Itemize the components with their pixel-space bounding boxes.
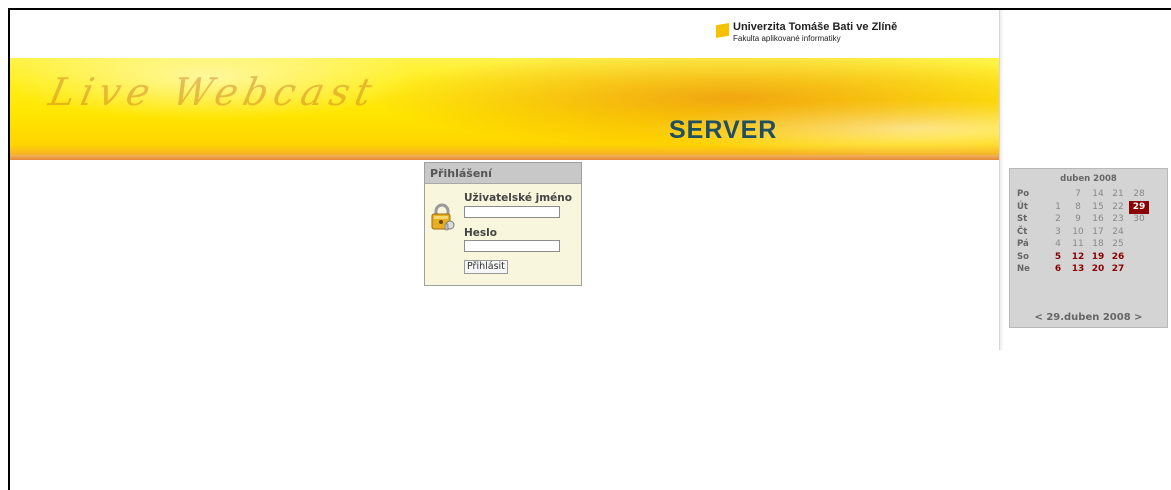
header-banner: Live Webcast SERVER [10, 58, 999, 160]
calendar-day[interactable]: 6 [1048, 264, 1068, 274]
username-input[interactable] [464, 206, 560, 218]
utb-logo-icon [716, 23, 729, 38]
calendar-nav[interactable]: < 29.duben 2008 > [1010, 312, 1167, 323]
login-box: Přihlášení Uživatelské jméno Heslo Přihl… [424, 162, 582, 286]
calendar-day[interactable]: 17 [1088, 227, 1108, 237]
calendar-day[interactable]: 10 [1068, 227, 1088, 237]
calendar-day[interactable]: 28 [1129, 189, 1149, 199]
calendar-day[interactable]: 26 [1108, 252, 1128, 262]
calendar-day[interactable]: 2 [1048, 214, 1068, 224]
calendar-day[interactable]: 5 [1048, 252, 1068, 262]
calendar-day[interactable]: 14 [1088, 189, 1108, 199]
password-input[interactable] [464, 240, 560, 252]
calendar-day[interactable]: 19 [1088, 252, 1108, 262]
column-divider-shadow [1000, 10, 1004, 350]
calendar-day[interactable]: 20 [1088, 264, 1108, 274]
calendar-weekday-label: St [1017, 214, 1028, 224]
calendar-day-today[interactable]: 29 [1129, 200, 1149, 214]
calendar-weekday-label: Po [1017, 189, 1030, 199]
calendar-day[interactable]: 1 [1048, 202, 1068, 212]
calendar-day[interactable]: 12 [1068, 252, 1088, 262]
university-name: Univerzita Tomáše Bati ve Zlíně [733, 21, 898, 33]
login-button[interactable]: Přihlásit [464, 260, 508, 274]
banner-title-script: Live Webcast [45, 70, 382, 114]
calendar-day[interactable]: 11 [1068, 239, 1088, 249]
calendar-day[interactable]: 9 [1068, 214, 1088, 224]
calendar-day[interactable]: 27 [1108, 264, 1128, 274]
calendar-weekday-label: Pá [1017, 239, 1029, 249]
password-label: Heslo [464, 227, 497, 239]
calendar-day[interactable]: 18 [1088, 239, 1108, 249]
calendar-day[interactable]: 4 [1048, 239, 1068, 249]
calendar-day[interactable]: 24 [1108, 227, 1128, 237]
banner-title-server: SERVER [669, 116, 778, 144]
calendar-day[interactable]: 25 [1108, 239, 1128, 249]
calendar: duben 2008 < 29.duben 2008 > Po 7 14 21 28 Út… [1009, 168, 1168, 328]
university-logo: Univerzita Tomáše Bati ve Zlíně Fakulta … [716, 22, 897, 44]
calendar-day[interactable]: 3 [1048, 227, 1068, 237]
login-title: Přihlášení [425, 163, 581, 184]
calendar-title: duben 2008 [1060, 174, 1117, 184]
calendar-day[interactable]: 7 [1068, 189, 1088, 199]
calendar-day[interactable]: 8 [1068, 202, 1088, 212]
calendar-day[interactable]: 21 [1108, 189, 1128, 199]
calendar-day[interactable]: 23 [1108, 214, 1128, 224]
calendar-weekday-label: Út [1017, 201, 1028, 212]
calendar-weekday-label: Ne [1017, 264, 1030, 274]
calendar-day[interactable]: 16 [1088, 214, 1108, 224]
calendar-day[interactable]: 30 [1129, 214, 1149, 224]
banner-bottom-stripe [10, 155, 999, 160]
calendar-weekday-label: Čt [1017, 226, 1028, 237]
calendar-day[interactable]: 22 [1108, 202, 1128, 212]
calendar-day[interactable]: 15 [1088, 202, 1108, 212]
lock-icon [431, 203, 455, 231]
faculty-name: Fakulta aplikované informatiky [733, 34, 841, 43]
calendar-weekday-label: So [1017, 251, 1029, 262]
calendar-day[interactable]: 13 [1068, 264, 1088, 274]
username-label: Uživatelské jméno [464, 192, 572, 204]
